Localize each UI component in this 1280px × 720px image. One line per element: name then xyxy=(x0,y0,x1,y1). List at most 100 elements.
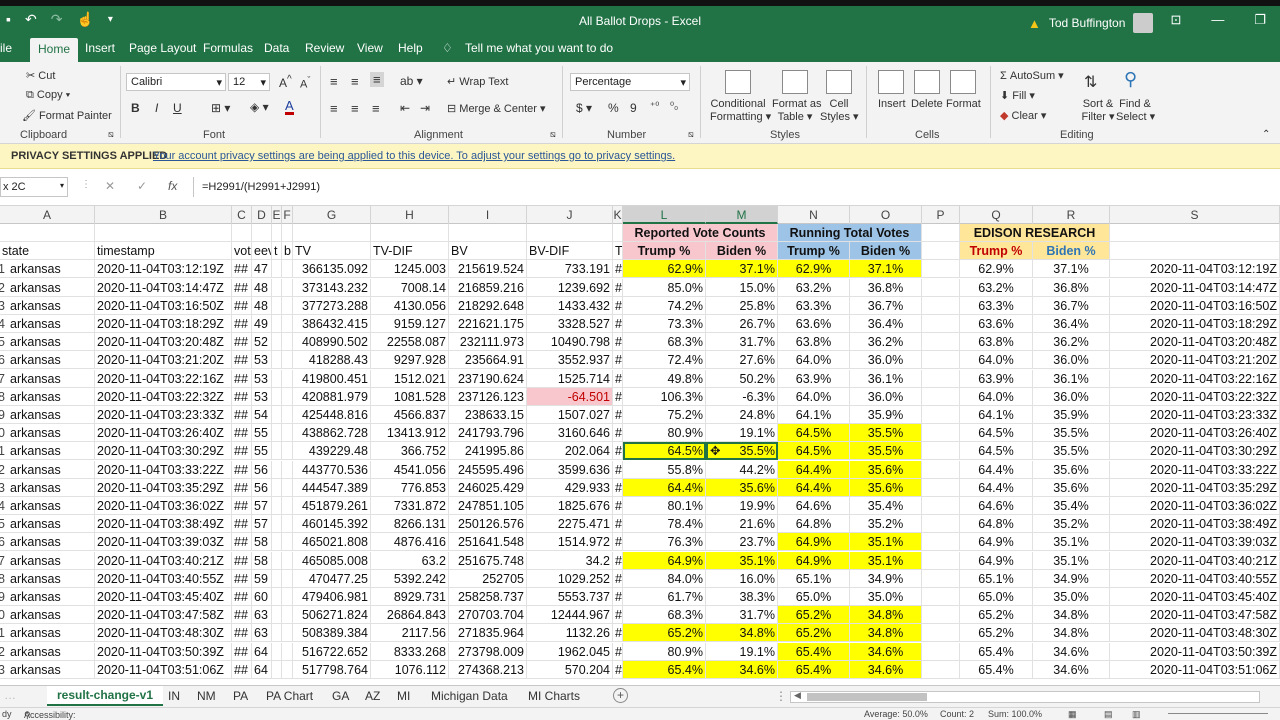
header-f[interactable]: b xyxy=(282,242,293,261)
cell-edison-biden[interactable]: 35.9% xyxy=(1033,406,1110,424)
cell-tv[interactable]: 465085.008 xyxy=(293,551,371,570)
column-header-g[interactable]: G xyxy=(293,206,371,224)
cell-bv-dif[interactable]: 1132.26 xyxy=(527,624,613,643)
cell-bv[interactable]: 238633.15 xyxy=(449,406,527,424)
header-reported-biden[interactable]: Biden % xyxy=(706,242,778,261)
cell-bv[interactable]: 250126.576 xyxy=(449,515,527,534)
cell-reported-biden[interactable]: 15.0% xyxy=(706,278,778,297)
cell-reported-trump[interactable]: 76.3% xyxy=(623,533,706,552)
cell-edison-biden[interactable]: 36.2% xyxy=(1033,333,1110,352)
sheet-tab-result-change-v1[interactable]: result-change-v1 xyxy=(47,686,164,706)
cell-state[interactable]: arkansas xyxy=(0,406,95,424)
cell-edison-timestamp[interactable]: 2020-11-04T03:38:49Z xyxy=(1110,515,1280,534)
header-tv-dif[interactable]: TV-DIF xyxy=(371,242,449,261)
column-header-h[interactable]: H xyxy=(371,206,449,224)
cell-empty[interactable] xyxy=(272,551,282,570)
cell-edison-timestamp[interactable]: 2020-11-04T03:45:40Z xyxy=(1110,588,1280,606)
cell-edison-timestamp[interactable]: 2020-11-04T03:40:55Z xyxy=(1110,569,1280,588)
cell-edison-biden[interactable]: 35.5% xyxy=(1033,442,1110,461)
insert-cells-icon[interactable] xyxy=(878,70,904,94)
cell-tv-dif[interactable]: 8266.131 xyxy=(371,515,449,534)
cell-empty[interactable] xyxy=(922,588,960,606)
tab-splitter-icon[interactable]: ⋮ xyxy=(775,689,787,703)
cell-state[interactable]: arkansas xyxy=(0,660,95,679)
cell-votes[interactable]: ## xyxy=(232,642,252,661)
cell-empty[interactable] xyxy=(232,224,252,242)
cell-edison-trump[interactable]: 64.5% xyxy=(960,424,1033,443)
header-bv[interactable]: BV xyxy=(449,242,527,261)
cell-running-biden[interactable]: 35.1% xyxy=(850,551,922,570)
cell-empty[interactable] xyxy=(272,497,282,515)
cell-empty[interactable] xyxy=(272,406,282,424)
cell-edison-trump[interactable]: 63.8% xyxy=(960,333,1033,352)
cell-edison-biden[interactable]: 37.1% xyxy=(1033,260,1110,279)
cell-eev[interactable]: 57 xyxy=(252,497,272,515)
cell-tv[interactable]: 470477.25 xyxy=(293,569,371,588)
cell-edison-trump[interactable]: 64.0% xyxy=(960,351,1033,370)
cell-edison-trump[interactable]: 64.4% xyxy=(960,460,1033,479)
cell-state[interactable]: arkansas xyxy=(0,369,95,388)
add-sheet-button[interactable]: + xyxy=(613,688,628,703)
cell-k[interactable]: # xyxy=(613,442,623,461)
cell-reported-biden[interactable]: 31.7% xyxy=(706,606,778,625)
header-tv[interactable]: TV xyxy=(293,242,371,261)
cell-votes[interactable]: ## xyxy=(232,533,252,552)
cell-empty[interactable] xyxy=(922,242,960,261)
cell-empty[interactable] xyxy=(282,642,293,661)
cell-reported-biden[interactable]: -6.3% xyxy=(706,387,778,406)
cell-state[interactable]: arkansas xyxy=(0,424,95,443)
cell-running-trump[interactable]: 65.1% xyxy=(778,569,850,588)
cell-votes[interactable]: ## xyxy=(232,387,252,406)
align-right-icon[interactable]: ≡ xyxy=(372,101,380,116)
cell-empty[interactable] xyxy=(282,260,293,279)
cell-bv[interactable]: 216859.216 xyxy=(449,278,527,297)
cell-tv-dif[interactable]: 7331.872 xyxy=(371,497,449,515)
cell-bv[interactable]: 241793.796 xyxy=(449,424,527,443)
cell-edison-biden[interactable]: 34.9% xyxy=(1033,569,1110,588)
cell-reported-trump[interactable]: 78.4% xyxy=(623,515,706,534)
cell-empty[interactable] xyxy=(922,478,960,497)
cell-running-biden[interactable]: 35.2% xyxy=(850,515,922,534)
cell-tv-dif[interactable]: 1081.528 xyxy=(371,387,449,406)
cell-timestamp[interactable]: 2020-11-04T03:40:21Z xyxy=(95,551,232,570)
restore-button[interactable]: ❐ xyxy=(1254,12,1266,28)
cell-edison-biden[interactable]: 35.1% xyxy=(1033,551,1110,570)
cell-state[interactable]: arkansas xyxy=(0,351,95,370)
cell-bv[interactable]: 245595.496 xyxy=(449,460,527,479)
cell-empty[interactable] xyxy=(272,569,282,588)
cell-tv[interactable]: 438862.728 xyxy=(293,424,371,443)
decrease-decimal-icon[interactable]: ⁰₀ xyxy=(670,101,678,112)
cell-edison-biden[interactable]: 36.0% xyxy=(1033,351,1110,370)
cell-eev[interactable]: 54 xyxy=(252,406,272,424)
cell-votes[interactable]: ## xyxy=(232,624,252,643)
cell-timestamp[interactable]: 2020-11-04T03:38:49Z xyxy=(95,515,232,534)
cell-k[interactable]: # xyxy=(613,624,623,643)
cell-tv[interactable]: 444547.389 xyxy=(293,478,371,497)
cell-k[interactable]: # xyxy=(613,333,623,352)
cell-k[interactable]: # xyxy=(613,588,623,606)
cell-running-biden[interactable]: 34.8% xyxy=(850,624,922,643)
cell-bv[interactable]: 251675.748 xyxy=(449,551,527,570)
cell-edison-trump[interactable]: 63.9% xyxy=(960,369,1033,388)
cell-state[interactable]: arkansas xyxy=(0,569,95,588)
cell-bv[interactable]: 218292.648 xyxy=(449,296,527,315)
cell-k[interactable]: # xyxy=(613,351,623,370)
sheet-tab-nm[interactable]: NM xyxy=(197,689,216,703)
cell-tv-dif[interactable]: 9297.928 xyxy=(371,351,449,370)
cell-tv-dif[interactable]: 1245.003 xyxy=(371,260,449,279)
grow-font-icon[interactable]: A^ xyxy=(279,74,292,90)
cell-bv-dif[interactable]: 429.933 xyxy=(527,478,613,497)
cell-edison-trump[interactable]: 63.6% xyxy=(960,315,1033,333)
cell-empty[interactable] xyxy=(282,296,293,315)
cell-running-trump[interactable]: 64.0% xyxy=(778,387,850,406)
cell-votes[interactable]: ## xyxy=(232,515,252,534)
cell-state[interactable]: arkansas xyxy=(0,533,95,552)
cell-votes[interactable]: ## xyxy=(232,351,252,370)
cell-k[interactable]: # xyxy=(613,660,623,679)
cell-running-trump[interactable]: 64.9% xyxy=(778,551,850,570)
cell-edison-timestamp[interactable]: 2020-11-04T03:20:48Z xyxy=(1110,333,1280,352)
cell-timestamp[interactable]: 2020-11-04T03:26:40Z xyxy=(95,424,232,443)
cell-bv-dif[interactable]: 3599.636 xyxy=(527,460,613,479)
cell-reported-trump[interactable]: 80.9% xyxy=(623,424,706,443)
cell-empty[interactable] xyxy=(282,569,293,588)
